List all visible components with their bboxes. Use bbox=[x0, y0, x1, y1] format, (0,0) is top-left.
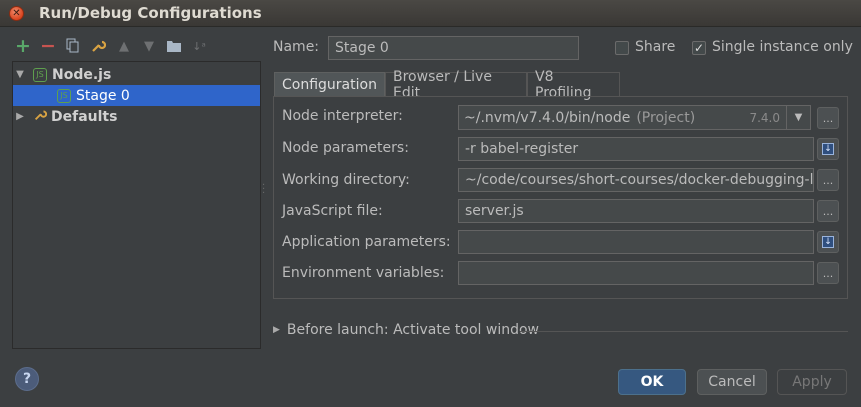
tree-item-stage-0[interactable]: JS Stage 0 bbox=[13, 85, 260, 106]
move-down-icon[interactable]: ▼ bbox=[140, 37, 158, 55]
node-interpreter-value: ~/.nvm/v7.4.0/bin/node bbox=[464, 109, 631, 126]
node-interpreter-browse-button[interactable]: ... bbox=[817, 107, 839, 129]
nodejs-icon: JS bbox=[33, 67, 47, 82]
working-directory-browse-button[interactable]: ... bbox=[817, 169, 839, 191]
expand-icon: ↓ bbox=[822, 236, 834, 248]
wrench-icon bbox=[33, 108, 48, 126]
separator bbox=[520, 331, 848, 332]
node-parameters-input[interactable]: -r babel-register bbox=[458, 137, 814, 161]
tab-configuration[interactable]: Configuration bbox=[274, 72, 385, 97]
splitter-handle[interactable]: · · · bbox=[262, 181, 266, 199]
expand-parameters-button[interactable]: ↓ bbox=[817, 138, 839, 160]
share-checkbox[interactable] bbox=[615, 41, 629, 55]
environment-variables-input[interactable] bbox=[458, 261, 814, 285]
node-interpreter-combo[interactable]: ~/.nvm/v7.4.0/bin/node (Project) 7.4.0 ▼ bbox=[458, 105, 811, 130]
single-instance-label: Single instance only bbox=[712, 39, 853, 55]
move-up-icon[interactable]: ▲ bbox=[115, 37, 133, 55]
window-title: Run/Debug Configurations bbox=[39, 4, 262, 22]
apply-button[interactable]: Apply bbox=[777, 369, 847, 395]
name-label: Name: bbox=[273, 39, 320, 55]
javascript-file-label: JavaScript file: bbox=[282, 203, 383, 219]
node-interpreter-label: Node interpreter: bbox=[282, 108, 403, 124]
copy-configuration-icon[interactable] bbox=[64, 37, 82, 55]
tree-item-nodejs[interactable]: ▼ JS Node.js bbox=[13, 64, 260, 85]
environment-variables-label: Environment variables: bbox=[282, 265, 445, 281]
remove-configuration-icon[interactable]: − bbox=[39, 35, 57, 57]
tree-item-label: Stage 0 bbox=[76, 87, 130, 104]
working-directory-label: Working directory: bbox=[282, 172, 410, 188]
wrench-icon[interactable] bbox=[89, 37, 107, 55]
ok-button[interactable]: OK bbox=[618, 369, 686, 395]
expand-icon: ↓ bbox=[822, 143, 834, 155]
folder-icon[interactable] bbox=[165, 37, 183, 55]
configuration-tree[interactable]: ▼ JS Node.js JS Stage 0 ▶ Defaults bbox=[12, 61, 261, 349]
before-launch-section[interactable]: ▶ Before launch: Activate tool window bbox=[273, 322, 539, 338]
expand-arrow-icon[interactable]: ▶ bbox=[273, 325, 280, 335]
application-parameters-label: Application parameters: bbox=[282, 234, 451, 250]
share-label: Share bbox=[635, 39, 676, 55]
working-directory-input[interactable]: ~/code/courses/short-courses/docker-debu… bbox=[458, 168, 814, 192]
environment-variables-browse-button[interactable]: ... bbox=[817, 262, 839, 284]
expand-app-parameters-button[interactable]: ↓ bbox=[817, 231, 839, 253]
tree-item-label: Node.js bbox=[52, 66, 112, 83]
sort-icon[interactable]: ↓ᵃ bbox=[190, 37, 208, 55]
javascript-file-input[interactable]: server.js bbox=[458, 199, 814, 223]
tree-item-label: Defaults bbox=[51, 108, 118, 125]
collapse-arrow-icon[interactable]: ▶ bbox=[13, 111, 27, 122]
tab-browser-live-edit[interactable]: Browser / Live Edit bbox=[385, 69, 527, 101]
expand-arrow-icon[interactable]: ▼ bbox=[13, 69, 27, 80]
application-parameters-input[interactable] bbox=[458, 230, 814, 254]
nodejs-icon: JS bbox=[57, 88, 71, 103]
chevron-down-icon[interactable]: ▼ bbox=[786, 106, 810, 129]
tab-v8-profiling[interactable]: V8 Profiling bbox=[527, 69, 620, 101]
node-version: 7.4.0 bbox=[749, 110, 780, 125]
before-launch-label: Before launch: Activate tool window bbox=[286, 322, 539, 338]
add-configuration-icon[interactable]: + bbox=[14, 35, 32, 57]
node-parameters-label: Node parameters: bbox=[282, 140, 409, 156]
javascript-file-browse-button[interactable]: ... bbox=[817, 200, 839, 222]
cancel-button[interactable]: Cancel bbox=[697, 369, 767, 395]
name-input[interactable]: Stage 0 bbox=[328, 36, 579, 60]
tree-item-defaults[interactable]: ▶ Defaults bbox=[13, 106, 260, 127]
help-icon[interactable]: ? bbox=[15, 367, 39, 391]
single-instance-checkbox[interactable]: ✓ bbox=[692, 41, 706, 55]
node-interpreter-scope: (Project) bbox=[636, 109, 696, 126]
close-window-icon[interactable]: ✕ bbox=[9, 6, 24, 21]
